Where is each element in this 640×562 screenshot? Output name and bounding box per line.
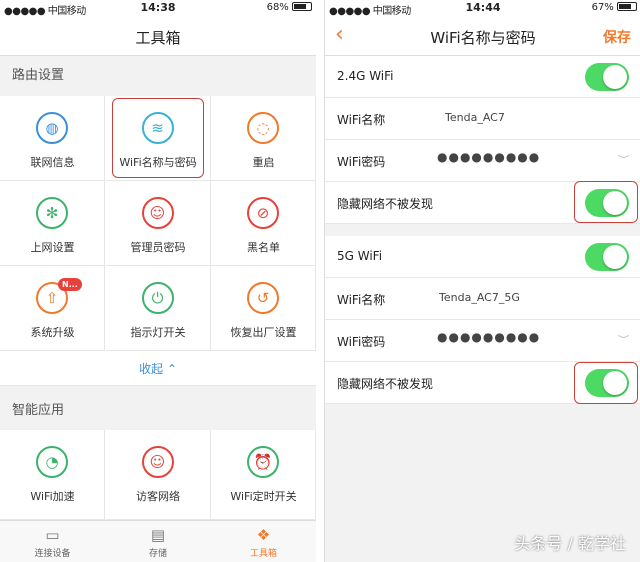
tool-label: 恢复出厂设置 (230, 326, 297, 339)
tool-guest[interactable]: ☺ 访客网络 (105, 430, 211, 520)
guest-icon: ☺ (141, 446, 174, 478)
tab-label: 连接设备 (34, 549, 71, 559)
section-gap (325, 224, 640, 236)
wifi-name-row: WiFi名称 Tenda_AC7 (325, 98, 640, 140)
eye-closed-icon[interactable]: ︶ (618, 152, 629, 168)
tool-restart[interactable]: ◌ 重启 (211, 96, 316, 181)
tab-label: 存储 (148, 549, 167, 559)
section-header-apps: 智能应用 (12, 403, 65, 418)
field-label: WiFi密码 (337, 335, 386, 349)
band-5g-toggle[interactable] (585, 243, 629, 271)
tool-label: 管理员密码 (130, 241, 186, 254)
battery-percent: 68% (266, 2, 289, 13)
band-24g-toggle[interactable] (585, 63, 629, 91)
tool-label: 系统升级 (30, 326, 75, 339)
storage-icon: ▤ (150, 526, 166, 544)
page-title: 工具箱 (135, 29, 181, 47)
divider (316, 0, 324, 562)
tool-indicator-light[interactable]: ⏻ 指示灯开关 (105, 266, 211, 351)
battery-percent: 67% (591, 2, 614, 13)
page-title: WiFi名称与密码 (430, 29, 536, 47)
tool-label: 联网信息 (30, 156, 75, 169)
highlight-frame (574, 362, 638, 404)
tool-label: 指示灯开关 (130, 326, 186, 339)
collapse-button[interactable]: 收起 ⌃ (0, 352, 316, 386)
tool-settings[interactable]: ✻ 上网设置 (0, 181, 105, 266)
tool-label: WiFi定时开关 (230, 490, 297, 503)
restart-icon: ◌ (247, 112, 279, 144)
tab-monitor[interactable]: ▭ 连接设备 (0, 521, 105, 562)
new-badge: N... (58, 278, 82, 291)
toolbox-screen: ●●●●● 中国移动 14:38 68% 工具箱 路由设置 ◍ 联网信息 ≋ WiFi… (0, 0, 316, 562)
tool-label: WiFi加速 (30, 490, 75, 503)
wifi-name-input[interactable]: Tenda_AC7 (445, 111, 505, 124)
indicator-light-icon: ⏻ (141, 282, 174, 314)
tool-label: 黑名单 (247, 241, 280, 254)
status-bar: ●●●●● 中国移动 14:38 68% (0, 0, 316, 17)
band-label: 2.4G WiFi (337, 69, 394, 83)
wifi-name-row: WiFi名称 Tenda_AC7_5G (325, 278, 640, 320)
tab-bar: ▭ 连接设备 ▤ 存储 ❖ 工具箱 (0, 520, 316, 562)
battery-icon (617, 2, 637, 11)
eye-closed-icon[interactable]: ︶ (618, 332, 629, 348)
admin-icon: ☺ (141, 197, 174, 229)
highlight-frame (112, 98, 204, 178)
toolbox-icon: ❖ (256, 526, 271, 544)
tool-label: 访客网络 (136, 490, 180, 503)
tool-label: 重启 (252, 156, 275, 169)
highlight-frame (574, 181, 638, 223)
tab-storage[interactable]: ▤ 存储 (106, 521, 211, 562)
tool-upgrade[interactable]: ⇧ 系统升级 N... (0, 266, 105, 351)
monitor-icon: ▭ (45, 526, 60, 544)
app-grid: ◔ WiFi加速 ☺ 访客网络 ⏰ WiFi定时开关 (0, 430, 316, 520)
blacklist-icon: ⊘ (247, 197, 279, 229)
settings-icon: ✻ (36, 197, 68, 229)
tool-globe[interactable]: ◍ 联网信息 (0, 96, 105, 181)
tool-alarm-clock[interactable]: ⏰ WiFi定时开关 (211, 430, 316, 520)
wifi-password-input[interactable]: ●●●●●●●●● (437, 330, 540, 344)
globe-icon: ◍ (36, 112, 68, 144)
tab-label: 工具箱 (249, 549, 277, 559)
reset-icon: ↺ (247, 282, 279, 314)
alarm-clock-icon: ⏰ (247, 446, 279, 478)
tool-reset[interactable]: ↺ 恢复出厂设置 (211, 266, 316, 351)
tool-speedometer[interactable]: ◔ WiFi加速 (0, 430, 105, 520)
field-label: 隐藏网络不被发现 (337, 377, 434, 391)
field-label: WiFi名称 (337, 293, 386, 307)
field-label: WiFi名称 (337, 113, 386, 127)
wifi-password-input[interactable]: ●●●●●●●●● (437, 150, 540, 164)
field-label: 隐藏网络不被发现 (337, 197, 434, 211)
status-bar: ●●●●● 中国移动 14:44 67% (325, 0, 640, 17)
section-header-router: 路由设置 (12, 68, 65, 83)
band-5g-row: 5G WiFi (325, 236, 640, 278)
wifi-name-input[interactable]: Tenda_AC7_5G (439, 291, 520, 304)
band-24g-row: 2.4G WiFi (325, 56, 640, 98)
speedometer-icon: ◔ (36, 446, 68, 478)
battery-icon (292, 2, 312, 11)
wifi-password-row: WiFi密码 ●●●●●●●●● ︶ (325, 140, 640, 182)
tab-toolbox[interactable]: ❖ 工具箱 (211, 521, 316, 562)
save-button[interactable]: 保存 (603, 27, 631, 47)
field-label: WiFi密码 (337, 155, 386, 169)
tool-blacklist[interactable]: ⊘ 黑名单 (211, 181, 316, 266)
band-label: 5G WiFi (337, 249, 383, 263)
nav-bar: 工具箱 (0, 16, 316, 56)
tool-admin[interactable]: ☺ 管理员密码 (105, 181, 211, 266)
wifi-settings-screen: ●●●●● 中国移动 14:44 67% ‹ WiFi名称与密码 保存 2.4G… (324, 0, 640, 562)
wifi-password-row: WiFi密码 ●●●●●●●●● ︶ (325, 320, 640, 362)
tool-label: 上网设置 (30, 241, 75, 254)
nav-bar: ‹ WiFi名称与密码 保存 (325, 16, 640, 56)
watermark: 头条号 / 乾学社 (514, 534, 626, 553)
